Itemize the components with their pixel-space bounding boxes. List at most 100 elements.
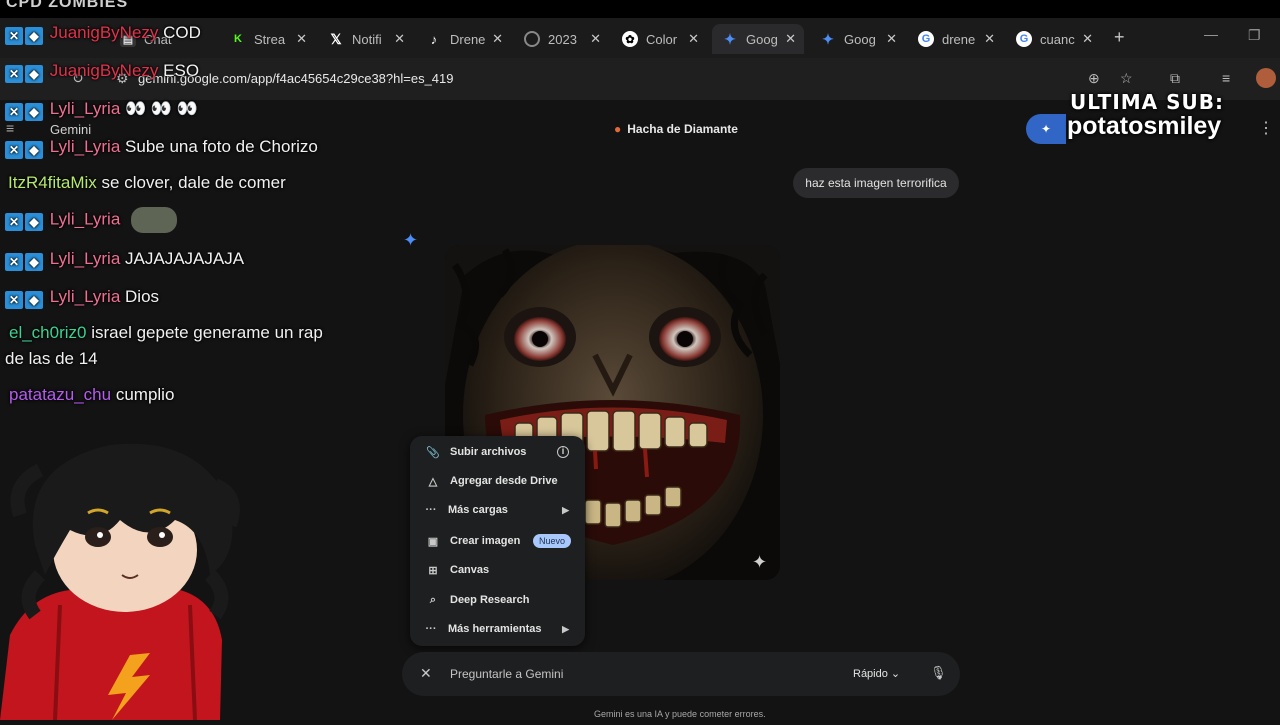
close-tab-icon[interactable]: ✕: [785, 31, 796, 47]
chat-emote: [131, 207, 178, 233]
badge-icon: ◆: [25, 213, 43, 232]
chat-text: se clover, dale de comer: [101, 173, 286, 192]
submenu-arrow-icon: ▶: [562, 623, 569, 634]
tab-label: 2023: [548, 31, 577, 47]
tab-label: Color: [646, 31, 678, 47]
menu-item-upload-files[interactable]: 📎 Subir archivos i: [410, 439, 585, 465]
chat-message: ✕ ◆ JuanigByNezy ESO: [5, 61, 199, 83]
chat-text: cumplio: [115, 385, 175, 404]
chat-message: ✕ ◆ Lyli_Lyria Dios: [5, 287, 159, 309]
mode-label: Rápido: [853, 668, 888, 680]
chat-text: israel gepete generame un rap: [91, 323, 323, 342]
close-tab-icon[interactable]: ✕: [1082, 31, 1093, 47]
vtuber-avatar: [0, 425, 250, 721]
chat-message: patatazu_chu cumplio: [9, 385, 174, 405]
microphone-icon[interactable]: 🎙: [930, 665, 947, 681]
image-sparkle-icon: ✦: [752, 552, 768, 572]
vtuber-avatar-drawing: [0, 443, 240, 721]
menu-item-label: Más cargas: [448, 504, 508, 516]
menu-item-create-image[interactable]: ▣ Crear imagen Nuevo: [410, 528, 585, 554]
chat-message: ✕ ◆ JuanigByNezy COD: [5, 23, 201, 45]
tab-google-search-1[interactable]: G drene ✕: [918, 24, 995, 54]
info-icon[interactable]: i: [557, 446, 569, 458]
badge-icon: ✕: [5, 141, 23, 159]
tab-tiktok[interactable]: ♪ Drene ✕: [426, 24, 503, 54]
menu-item-more-uploads[interactable]: ··· Más cargas ▶: [410, 497, 585, 523]
prompt-input[interactable]: Preguntarle a Gemini: [450, 667, 563, 681]
close-tab-icon[interactable]: ✕: [886, 31, 897, 47]
chat-username: patatazu_chu: [9, 385, 112, 404]
upgrade-button[interactable]: ✦: [1026, 114, 1066, 144]
close-tab-icon[interactable]: ✕: [492, 31, 503, 47]
tab-label: cuanc: [1040, 31, 1075, 47]
close-tab-icon[interactable]: ✕: [984, 31, 995, 47]
menu-item-label: Canvas: [450, 564, 490, 576]
tools-menu: 📎 Subir archivos i △ Agregar desde Drive…: [410, 436, 585, 646]
close-tab-icon[interactable]: ✕: [688, 31, 699, 47]
chat-text: COD: [163, 23, 201, 42]
chat-text: Dios: [125, 287, 160, 306]
chat-text: de las de 14: [5, 349, 98, 368]
image-icon: ▣: [427, 535, 439, 548]
chat-username: ItzR4fitaMix: [8, 173, 97, 192]
badge-icon: ✕: [5, 65, 23, 83]
tab-gemini-2[interactable]: ✦ Goog ✕: [820, 24, 897, 54]
menu-item-canvas[interactable]: ⊞ Canvas: [410, 557, 585, 583]
more-dots-icon: ···: [425, 623, 437, 635]
prompt-bar: ✕ Preguntarle a Gemini Rápido ⌄ 🎙: [402, 652, 960, 696]
user-message-bubble: haz esta imagen terrorifica: [793, 168, 959, 198]
gemini-icon: ✦: [822, 30, 834, 47]
tab-label: Goog: [746, 31, 778, 47]
chat-message: ✕ ◆ Lyli_Lyria: [5, 207, 178, 233]
badge-icon: ◆: [25, 141, 43, 159]
kebab-menu-icon[interactable]: ⋮: [1258, 118, 1274, 138]
menu-item-label: Deep Research: [450, 594, 530, 606]
user-message-text: haz esta imagen terrorifica: [805, 176, 947, 190]
chat-message: ✕ ◆ Lyli_Lyria Sube una foto de Chorizo: [5, 137, 318, 159]
badge-icon: ◆: [25, 27, 43, 45]
chat-username: Lyli_Lyria: [49, 249, 121, 268]
tab-color[interactable]: ✿ Color ✕: [622, 24, 699, 54]
chat-username: Lyli_Lyria: [49, 137, 121, 156]
chat-text: ESO: [163, 61, 200, 80]
tab-label: Goog: [844, 31, 876, 47]
tab-gemini-active[interactable]: ✦ Goog ✕: [712, 24, 804, 54]
badge-icon: ◆: [25, 291, 43, 309]
menu-item-label: Subir archivos: [450, 446, 527, 458]
tab-label: drene: [942, 31, 976, 47]
last-sub-banner: ULTIMA SUB: potatosmiley: [1062, 84, 1254, 146]
tab-google-search-2[interactable]: G cuanc ✕: [1016, 24, 1093, 54]
profile-avatar[interactable]: [1256, 68, 1276, 88]
drive-icon: △: [428, 475, 438, 488]
menu-item-more-tools[interactable]: ··· Más herramientas ▶: [410, 616, 585, 642]
chat-username: Lyli_Lyria: [49, 209, 121, 229]
menu-item-deep-research[interactable]: ⌕ Deep Research: [410, 587, 585, 613]
chat-text: Sube una foto de Chorizo: [125, 137, 318, 156]
maximize-icon[interactable]: ❐: [1248, 27, 1261, 44]
close-icon[interactable]: ✕: [420, 665, 432, 682]
new-badge: Nuevo: [532, 534, 571, 548]
paperclip-icon: 📎: [426, 446, 440, 459]
new-tab-icon[interactable]: +: [1114, 27, 1125, 48]
minimize-icon[interactable]: —: [1204, 26, 1218, 42]
close-tab-icon[interactable]: ✕: [394, 31, 405, 47]
menu-item-label: Crear imagen: [450, 535, 521, 547]
close-tab-icon[interactable]: ✕: [590, 31, 601, 47]
badge-icon: ✕: [5, 253, 23, 271]
research-icon: ⌕: [429, 593, 437, 606]
badge-icon: ✕: [5, 103, 23, 121]
tab-2023[interactable]: 2023 ✕: [524, 24, 601, 54]
menu-item-add-from-drive[interactable]: △ Agregar desde Drive: [410, 468, 585, 494]
chat-message: el_ch0riz0 israel gepete generame un rap: [9, 323, 323, 343]
chevron-down-icon: ⌄: [890, 668, 901, 680]
chat-message: ✕ ◆ Lyli_Lyria 👀 👀 👀: [5, 99, 198, 121]
badge-icon: ◆: [25, 253, 43, 271]
badge-icon: ◆: [25, 103, 43, 121]
badge-icon: ✕: [5, 27, 23, 45]
mode-selector[interactable]: Rápido ⌄: [853, 667, 900, 680]
last-sub-name: potatosmiley: [1067, 112, 1222, 140]
chat-text: JAJAJAJAJAJA: [125, 249, 245, 268]
menu-item-label: Más herramientas: [448, 623, 542, 635]
sparkle-icon: ✦: [1040, 122, 1052, 136]
last-sub-label: ULTIMA SUB:: [1070, 90, 1224, 114]
